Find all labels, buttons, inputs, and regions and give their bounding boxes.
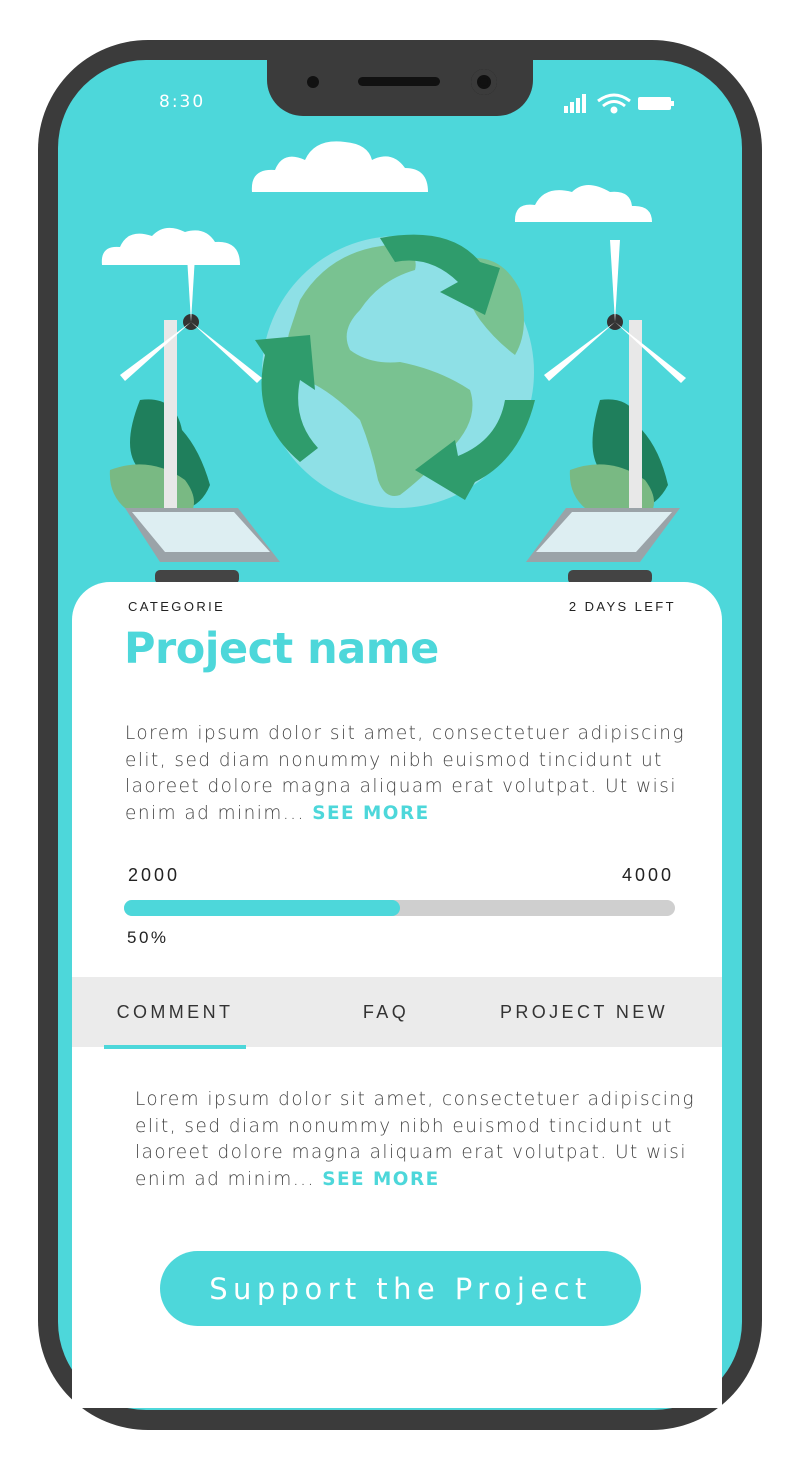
signal-icon: [564, 94, 586, 113]
amount-raised: 2000: [128, 865, 181, 885]
days-left-label: 2 DAYS LEFT: [568, 599, 676, 614]
active-tab-indicator: [104, 1045, 246, 1049]
project-description: Lorem ipsum dolor sit amet, consectetuer…: [125, 721, 685, 827]
tab-content: Lorem ipsum dolor sit amet, consectetuer…: [135, 1087, 695, 1193]
see-more-link[interactable]: SEE MORE: [312, 803, 429, 824]
tab-bar: COMMENT FAQ PROJECT NEW: [72, 977, 722, 1049]
tab-see-more-link[interactable]: SEE MORE: [322, 1169, 439, 1190]
project-title: Project name: [124, 624, 439, 674]
status-icons: [564, 93, 674, 114]
status-time: 8:30: [159, 92, 206, 112]
tab-project-news-label: PROJECT NEW: [499, 1001, 669, 1022]
amount-goal: 4000: [621, 865, 674, 885]
speaker-grille: [358, 77, 440, 86]
tab-project-news[interactable]: PROJECT NEW: [492, 977, 676, 1047]
battery-icon: [638, 97, 674, 110]
category-label: CATEGORIE: [128, 599, 226, 614]
tab-faq[interactable]: FAQ: [342, 977, 430, 1047]
wifi-icon: [597, 93, 631, 114]
tab-faq-label: FAQ: [362, 1001, 410, 1022]
support-project-button[interactable]: Support the Project: [160, 1251, 641, 1326]
tab-comment[interactable]: COMMENT: [104, 977, 246, 1049]
renewable-energy-illustration: [101, 141, 686, 584]
funding-progress-fill: [124, 900, 400, 916]
funding-percent: 50%: [127, 928, 169, 947]
camera-lens: [471, 69, 497, 95]
tab-comment-label: COMMENT: [116, 1001, 234, 1022]
sensor-dot: [307, 76, 319, 88]
funding-progress-bar: [124, 900, 675, 916]
